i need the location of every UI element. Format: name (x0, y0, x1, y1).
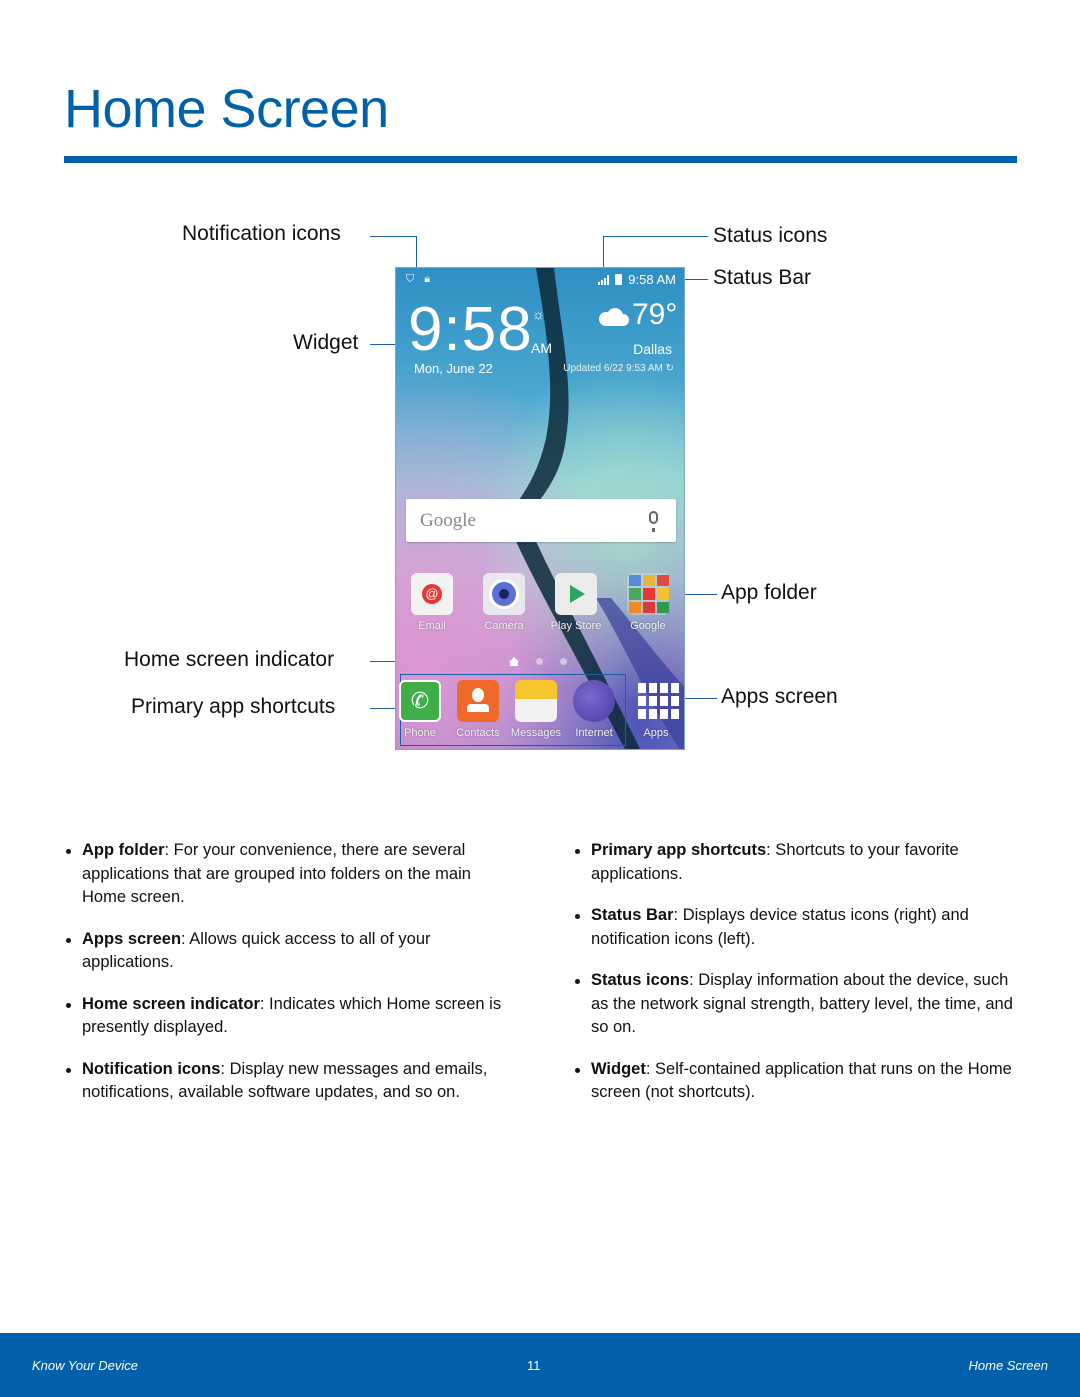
app-label: Phone (404, 727, 436, 739)
signal-icon (598, 274, 610, 285)
callout-line (685, 594, 717, 595)
widget-city: Dallas (633, 341, 672, 357)
callout-line (370, 344, 395, 345)
widget-ampm: AM (531, 340, 552, 356)
home-screen-indicator[interactable] (509, 657, 567, 666)
dock-row: ✆ Phone Contacts Messages Internet Apps (396, 680, 684, 739)
page-title: Home Screen (64, 79, 389, 139)
app-camera[interactable]: Camera (468, 573, 540, 632)
lock-warning-icon: 🔒︎ (424, 273, 431, 285)
footer-section: Know Your Device (32, 1358, 138, 1373)
bullet-list-right: Primary app shortcuts: Shortcuts to your… (573, 839, 1023, 1123)
google-search-bar[interactable]: Google (406, 499, 676, 542)
widget-temperature: 79° (632, 298, 678, 331)
app-label: Internet (575, 727, 613, 739)
widget-date: Mon, June 22 (414, 361, 493, 376)
sun-icon: ☼ (532, 306, 545, 322)
app-messages[interactable]: Messages (507, 680, 565, 739)
phone-icon: ✆ (399, 680, 441, 722)
app-row: @ Email Camera Play Store Google (396, 573, 684, 632)
widget-clock: 9:58 (408, 295, 533, 364)
home-page-indicator-icon (509, 657, 519, 666)
app-internet[interactable]: Internet (565, 680, 623, 739)
app-label: Play Store (550, 620, 602, 632)
bullet-list-left: App folder: For your convenience, there … (64, 839, 504, 1123)
notification-icons: ⛉ 🔒︎ (406, 273, 430, 286)
callout-line (685, 698, 717, 699)
callout-status-bar: Status Bar (713, 266, 812, 289)
refresh-icon: ↻ (665, 363, 674, 374)
play-store-icon (555, 573, 597, 615)
app-label: Google (630, 620, 666, 632)
app-apps[interactable]: Apps (623, 680, 684, 739)
callout-home-screen-indicator: Home screen indicator (124, 648, 335, 671)
bullet-item: Status icons: Display information about … (573, 969, 1023, 1040)
page-dot (560, 658, 567, 665)
folder-icon (627, 573, 669, 615)
callout-apps-screen: Apps screen (721, 685, 838, 708)
callout-line (416, 236, 417, 267)
status-bar: ⛉ 🔒︎ 9:58 AM (396, 268, 684, 292)
app-email[interactable]: @ Email (396, 573, 468, 632)
bullet-item: Primary app shortcuts: Shortcuts to your… (573, 839, 1023, 886)
callout-line (685, 279, 708, 280)
shield-icon: ⛉ (406, 273, 415, 285)
messages-icon (515, 680, 557, 722)
app-label: Apps (643, 727, 669, 739)
callout-widget: Widget (293, 331, 359, 354)
mic-icon[interactable] (649, 511, 658, 532)
status-time: 9:58 AM (628, 272, 676, 287)
app-folder-google[interactable]: Google (612, 573, 684, 632)
bullet-item: App folder: For your convenience, there … (64, 839, 504, 910)
cloud-icon (599, 308, 629, 326)
page-footer: Know Your Device 11 Home Screen (0, 1333, 1080, 1397)
callout-line (603, 236, 604, 267)
bullet-item: Widget: Self-contained application that … (573, 1058, 1023, 1105)
app-contacts[interactable]: Contacts (449, 680, 507, 739)
camera-icon (483, 573, 525, 615)
app-label: Camera (484, 620, 524, 632)
footer-page-number: 11 (527, 1358, 541, 1373)
email-icon: @ (411, 573, 453, 615)
app-label: Messages (510, 727, 562, 739)
app-label: Email (418, 620, 446, 632)
app-label: Contacts (456, 727, 500, 739)
callout-line (370, 236, 417, 237)
footer-topic: Home Screen (968, 1358, 1048, 1373)
battery-icon (615, 274, 623, 285)
widget-updated: Updated 6/22 9:53 AM ↻ (563, 363, 674, 374)
bullet-item: Home screen indicator: Indicates which H… (64, 993, 504, 1040)
page-dot (536, 658, 543, 665)
app-phone[interactable]: ✆ Phone (396, 680, 449, 739)
bullet-item: Status Bar: Displays device status icons… (573, 904, 1023, 951)
app-play-store[interactable]: Play Store (540, 573, 612, 632)
callout-primary-app-shortcuts: Primary app shortcuts (131, 695, 336, 718)
google-search-placeholder: Google (420, 510, 476, 531)
globe-icon (573, 680, 615, 722)
bullet-item: Notification icons: Display new messages… (64, 1058, 504, 1105)
phone-home-screen: ⛉ 🔒︎ 9:58 AM 9:58 ☼ AM Mon, June 22 79° … (395, 267, 685, 750)
callout-notification-icons: Notification icons (182, 222, 341, 245)
title-rule (64, 156, 1017, 163)
callout-app-folder: App folder (721, 581, 817, 604)
callout-status-icons: Status icons (713, 224, 828, 247)
callout-line (603, 236, 708, 237)
status-icons: 9:58 AM (598, 272, 676, 287)
bullet-item: Apps screen: Allows quick access to all … (64, 928, 504, 975)
apps-grid-icon (635, 680, 679, 722)
contacts-icon (457, 680, 499, 722)
